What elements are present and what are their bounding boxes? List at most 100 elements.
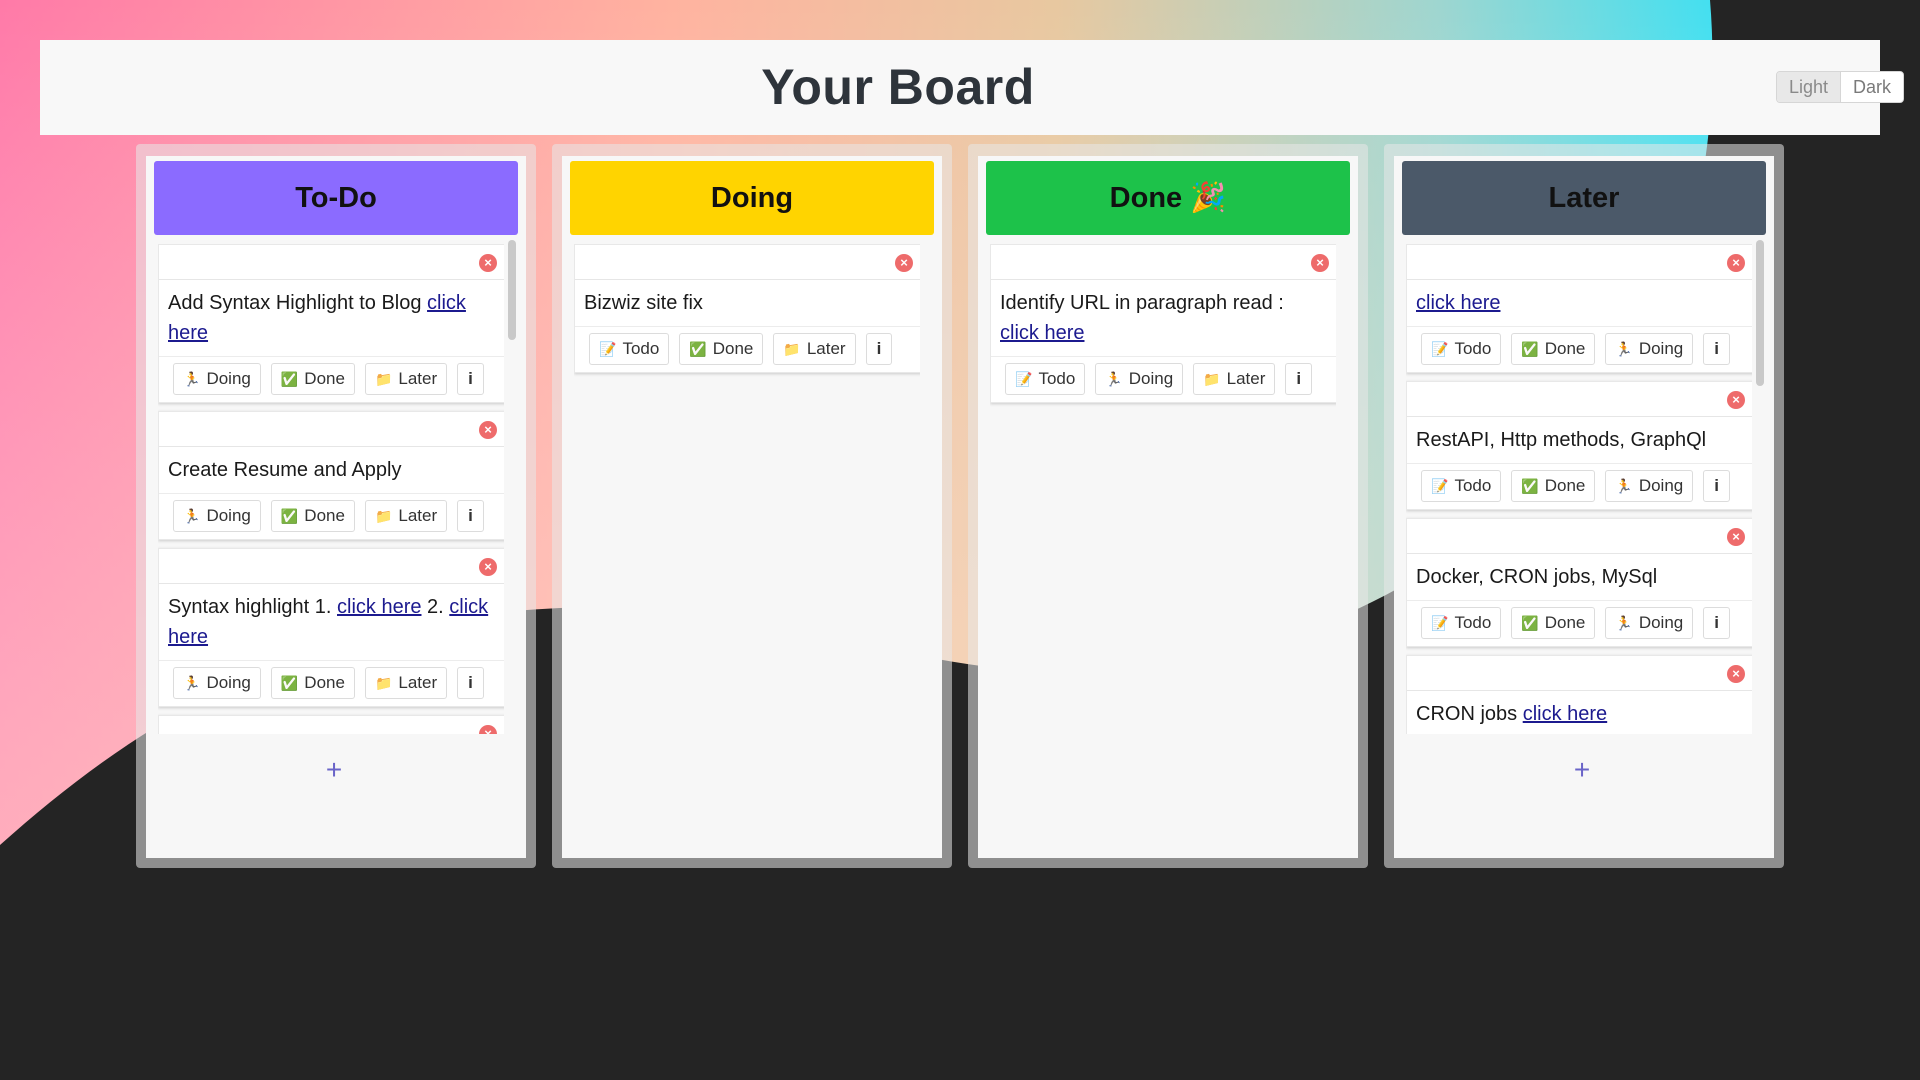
column-title: Later	[1402, 161, 1766, 235]
column-1: Doing × Bizwiz site fix 📝 Todo ✅ Done 📁 Later i	[552, 144, 952, 868]
task-card[interactable]: × Syntax highlight 1. click here 2. click…	[158, 548, 504, 707]
close-circle-icon[interactable]: ×	[895, 254, 913, 272]
card-list: × Bizwiz site fix 📝 Todo ✅ Done 📁 Later i	[574, 244, 920, 880]
column-title: Done 🎉	[986, 161, 1350, 235]
info-icon[interactable]: i	[1703, 333, 1730, 365]
task-card[interactable]: × RestAPI, Http methods, GraphQl 📝 Todo ✅ Don…	[1406, 381, 1752, 510]
move-to-todo-button[interactable]: 📝 Todo	[589, 333, 670, 365]
move-to-doing-button[interactable]: 🏃 Doing	[1605, 607, 1694, 639]
task-card[interactable]: × click here 📝 Todo ✅ Done 🏃 Doing i	[1406, 244, 1752, 373]
info-icon[interactable]: i	[457, 363, 484, 395]
move-to-later-button[interactable]: 📁 Later	[1193, 363, 1276, 395]
info-icon[interactable]: i	[1703, 470, 1730, 502]
close-circle-icon[interactable]: ×	[479, 725, 497, 734]
move-to-done-button[interactable]: ✅ Done	[270, 500, 355, 532]
scrollbar[interactable]	[508, 240, 516, 340]
close-circle-icon[interactable]: ×	[1727, 528, 1745, 546]
memo-icon: 📝	[1431, 478, 1449, 494]
button-label: Done	[304, 506, 345, 525]
card-link[interactable]: click here	[1523, 703, 1607, 725]
card-link[interactable]: click here	[1000, 322, 1084, 344]
card-text: CRON jobs click here	[1407, 691, 1752, 734]
close-circle-icon[interactable]: ×	[1727, 254, 1745, 272]
move-to-later-button[interactable]: 📁 Later	[364, 667, 448, 699]
move-to-doing-button[interactable]: 🏃 Doing	[173, 363, 261, 395]
task-card[interactable]: × Docker, CRON jobs, MySql 📝 Todo ✅ Done 🏃 Doin…	[1406, 518, 1752, 647]
button-label: Done	[1544, 339, 1586, 358]
info-icon[interactable]: i	[1703, 607, 1730, 639]
task-card[interactable]: × Identify URL in paragraph read : click …	[990, 244, 1336, 403]
close-circle-icon[interactable]: ×	[1727, 665, 1745, 683]
move-to-done-button[interactable]: ✅ Done	[270, 667, 355, 699]
dark-theme-button[interactable]: Dark	[1841, 72, 1904, 102]
button-label: Todo	[622, 339, 660, 358]
card-text-fragment: CRON jobs	[1416, 703, 1523, 725]
card-actions: 📝 Todo ✅ Done 🏃 Doing i	[1407, 601, 1752, 646]
move-to-later-button[interactable]: 📁 Later	[773, 333, 856, 365]
card-header: ×	[159, 412, 504, 447]
folder-icon: 📁	[374, 508, 393, 524]
card-actions: 📝 Todo ✅ Done 🏃 Doing i	[1407, 464, 1752, 509]
task-card[interactable]: × Add Syntax Highlight to Blog click here…	[158, 244, 504, 403]
card-actions: 📝 Todo 🏃 Doing 📁 Later i	[991, 357, 1336, 402]
folder-icon: 📁	[783, 341, 801, 357]
move-to-done-button[interactable]: ✅ Done	[1511, 607, 1596, 639]
move-to-done-button[interactable]: ✅ Done	[1511, 333, 1596, 365]
close-circle-icon[interactable]: ×	[1311, 254, 1329, 272]
task-card[interactable]: × Create Resume and Apply 🏃 Doing ✅ Done 📁 Late…	[158, 411, 504, 540]
close-circle-icon[interactable]: ×	[479, 254, 497, 272]
move-to-todo-button[interactable]: 📝 Todo	[1421, 470, 1502, 502]
move-to-doing-button[interactable]: 🏃 Doing	[173, 500, 261, 532]
card-list: × click here 📝 Todo ✅ Done 🏃 Doing i × RestAPI, Ht…	[1406, 244, 1752, 734]
info-icon[interactable]: i	[1285, 363, 1313, 395]
button-label: Doing	[1638, 613, 1684, 632]
card-header: ×	[159, 245, 504, 280]
info-icon[interactable]: i	[865, 333, 893, 365]
button-label: Done	[304, 369, 345, 388]
runner-icon: 🏃	[1105, 371, 1123, 387]
card-header: ×	[1407, 519, 1752, 554]
move-to-todo-button[interactable]: 📝 Todo	[1421, 333, 1502, 365]
move-to-todo-button[interactable]: 📝 Todo	[1005, 363, 1086, 395]
move-to-todo-button[interactable]: 📝 Todo	[1421, 607, 1502, 639]
column-2: Done 🎉 × Identify URL in paragraph read : …	[968, 144, 1368, 868]
info-icon[interactable]: i	[457, 500, 484, 532]
info-icon[interactable]: i	[457, 667, 484, 699]
card-text-fragment: Identify URL in paragraph read :	[1000, 292, 1284, 314]
task-card[interactable]: × Bizwiz site fix 📝 Todo ✅ Done 📁 Later i	[574, 244, 920, 373]
card-text: RestAPI, Http methods, GraphQl	[1407, 417, 1752, 464]
move-to-doing-button[interactable]: 🏃 Doing	[1605, 333, 1694, 365]
move-to-later-button[interactable]: 📁 Later	[364, 363, 448, 395]
move-to-doing-button[interactable]: 🏃 Doing	[1605, 470, 1694, 502]
move-to-doing-button[interactable]: 🏃 Doing	[173, 667, 261, 699]
memo-icon: 📝	[1431, 341, 1449, 357]
add-card-button[interactable]: +	[306, 748, 362, 792]
button-label: Done	[1544, 476, 1586, 495]
close-circle-icon[interactable]: ×	[1727, 391, 1745, 409]
card-link[interactable]: click here	[337, 596, 421, 618]
task-card[interactable]: ×	[158, 715, 504, 734]
folder-icon: 📁	[374, 371, 393, 387]
move-to-done-button[interactable]: ✅ Done	[1511, 470, 1596, 502]
move-to-doing-button[interactable]: 🏃 Doing	[1095, 363, 1184, 395]
add-card-button[interactable]: +	[1554, 748, 1610, 792]
card-list: × Identify URL in paragraph read : click …	[990, 244, 1336, 880]
move-to-later-button[interactable]: 📁 Later	[364, 500, 448, 532]
button-label: Doing	[206, 673, 251, 692]
card-header: ×	[1407, 245, 1752, 280]
card-header: ×	[575, 245, 920, 280]
task-card[interactable]: × CRON jobs click here	[1406, 655, 1752, 734]
move-to-done-button[interactable]: ✅ Done	[679, 333, 764, 365]
scrollbar[interactable]	[1756, 240, 1764, 386]
card-link[interactable]: click here	[1416, 292, 1500, 314]
close-circle-icon[interactable]: ×	[479, 421, 497, 439]
move-to-done-button[interactable]: ✅ Done	[270, 363, 355, 395]
close-circle-icon[interactable]: ×	[479, 558, 497, 576]
button-label: Doing	[1638, 339, 1684, 358]
memo-icon: 📝	[1015, 371, 1033, 387]
card-list: × Add Syntax Highlight to Blog click here…	[158, 244, 504, 734]
column-title: Doing	[570, 161, 934, 235]
button-label: Later	[806, 339, 846, 358]
card-actions: 🏃 Doing ✅ Done 📁 Later i	[159, 357, 504, 402]
light-theme-button[interactable]: Light	[1777, 72, 1842, 102]
